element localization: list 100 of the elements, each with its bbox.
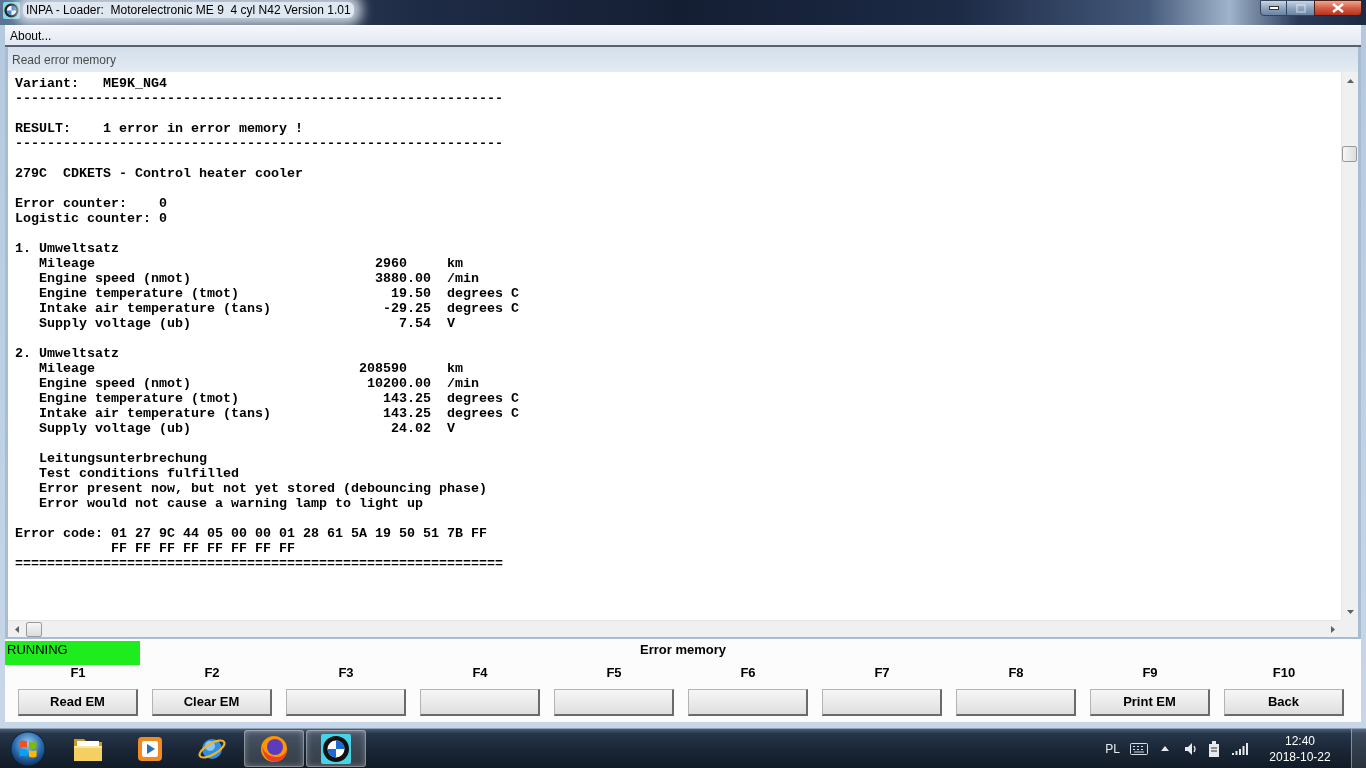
roundel-icon	[3, 2, 20, 19]
counter-value: 0	[159, 196, 167, 211]
clock-button[interactable]: 12:40 2018-10-22	[1262, 732, 1338, 765]
parameter-unit: V	[447, 421, 455, 436]
taskbar-button[interactable]	[306, 730, 366, 767]
function-key-button[interactable]	[554, 689, 674, 716]
field-value: ME9K_NG4	[103, 76, 167, 91]
screen-title: Error memory	[640, 641, 726, 659]
parameter-label: Supply voltage (ub)	[39, 421, 191, 436]
speaker-icon[interactable]	[1184, 741, 1198, 756]
field-label: Error code:	[15, 526, 103, 541]
parameter-label: Engine speed (nmot)	[39, 376, 191, 391]
function-key-button[interactable]	[822, 689, 942, 716]
status-indicator: RUNNING	[5, 641, 140, 665]
function-key-button[interactable]	[956, 689, 1076, 716]
right-arrow-icon	[1330, 625, 1335, 633]
parameter-unit: degrees C	[447, 406, 519, 421]
counter-value: 0	[159, 211, 167, 226]
parameter-value: 3880.00	[375, 271, 431, 286]
detail-text: Error would not cause a warning lamp to light up	[39, 496, 423, 511]
maximize-button[interactable]	[1287, 0, 1314, 16]
section-heading: 2. Umweltsatz	[15, 346, 119, 361]
battery-icon[interactable]	[1208, 740, 1220, 757]
scrollbar-thumb[interactable]	[26, 621, 42, 637]
parameter-label: Engine temperature (tmot)	[39, 286, 239, 301]
function-key-label: F9	[1142, 665, 1158, 681]
function-key-label: F5	[606, 665, 622, 681]
parameter-unit: km	[447, 361, 463, 376]
function-key-label: F7	[874, 665, 890, 681]
function-key-label: F1	[70, 665, 86, 681]
signal-bars-icon[interactable]	[1232, 742, 1248, 755]
detail-text: Error present now, but not yet stored (debouncing phase)	[39, 481, 487, 496]
function-key-label: F6	[740, 665, 756, 681]
parameter-unit: V	[447, 316, 455, 331]
fault-description: CDKETS - Control heater cooler	[63, 166, 303, 181]
function-key-button[interactable]: Print EM	[1090, 689, 1210, 716]
function-key-button[interactable]: Clear EM	[152, 689, 272, 716]
parameter-label: Supply voltage (ub)	[39, 316, 191, 331]
parameter-unit: degrees C	[447, 391, 519, 406]
parameter-unit: degrees C	[447, 286, 519, 301]
window-title: INPA - Loader: Motorelectronic ME 9 4 cyl N42 Version 1.01	[23, 2, 354, 18]
function-key-button[interactable]: Back	[1224, 689, 1344, 716]
minimize-button[interactable]	[1260, 0, 1287, 16]
function-key-label: F3	[338, 665, 354, 681]
parameter-value: 10200.00	[367, 376, 431, 391]
up-arrow-icon	[1346, 78, 1354, 83]
parameter-label: Mileage	[39, 361, 95, 376]
separator-line: -------------------------------------------------------------	[15, 136, 503, 151]
detail-text: Test conditions fulfilled	[39, 466, 239, 481]
fault-code: 279C	[15, 166, 47, 181]
parameter-value: 143.25	[383, 406, 431, 421]
parameter-label: Engine speed (nmot)	[39, 271, 191, 286]
parameter-value: 7.54	[399, 316, 431, 331]
function-key-button[interactable]	[286, 689, 406, 716]
parameter-unit: degrees C	[447, 301, 519, 316]
scrollbar-thumb[interactable]	[1342, 146, 1357, 162]
field-label: RESULT:	[15, 121, 71, 136]
function-key-label: F8	[1008, 665, 1024, 681]
flame-globe-icon	[259, 733, 289, 764]
parameter-value: 143.25	[383, 391, 431, 406]
menu-item[interactable]: About...	[5, 27, 57, 44]
function-key-label: F10	[1272, 665, 1296, 681]
parameter-value: 24.02	[391, 421, 431, 436]
function-key-label: F4	[472, 665, 488, 681]
close-icon	[1332, 3, 1344, 13]
hex-bytes: 01 27 9C 44 05 00 00 01 28 61 5A 19 50 51 7B FF	[111, 526, 487, 541]
separator-line: =============================================================	[15, 556, 503, 571]
function-key-button[interactable]: Read EM	[18, 689, 138, 716]
roundel-icon	[321, 733, 351, 764]
parameter-value: -29.25	[383, 301, 431, 316]
parameter-value: 208590	[359, 361, 407, 376]
counter-label: Error counter:	[15, 196, 127, 211]
flag-orb-icon	[9, 729, 47, 768]
left-arrow-icon	[14, 625, 19, 633]
parameter-unit: km	[447, 256, 463, 271]
horizontal-scrollbar[interactable]	[8, 620, 1341, 637]
down-arrow-icon	[1346, 609, 1354, 614]
vertical-scrollbar[interactable]	[1341, 72, 1358, 620]
field-label: Variant:	[15, 76, 79, 91]
language-indicator[interactable]: PL	[1105, 741, 1120, 756]
field-value: 1 error in error memory !	[103, 121, 303, 136]
parameter-label: Intake air temperature (tans)	[39, 406, 271, 421]
parameter-value: 2960	[375, 256, 407, 271]
parameter-label: Intake air temperature (tans)	[39, 301, 271, 316]
section-heading: 1. Umweltsatz	[15, 241, 119, 256]
parameter-value: 19.50	[391, 286, 431, 301]
up-triangle-icon	[1161, 746, 1169, 751]
play-tile-icon	[137, 735, 163, 762]
keyboard-icon[interactable]	[1130, 742, 1148, 755]
minimize-icon	[1268, 6, 1279, 10]
parameter-label: Mileage	[39, 256, 95, 271]
function-key-button[interactable]	[688, 689, 808, 716]
hex-bytes: FF FF FF FF FF FF FF FF	[111, 541, 295, 556]
function-key-label: F2	[204, 665, 220, 681]
function-key-button[interactable]	[420, 689, 540, 716]
close-button[interactable]	[1314, 0, 1362, 16]
counter-label: Logistic counter:	[15, 211, 151, 226]
show-desktop-button[interactable]	[1351, 729, 1366, 768]
parameter-unit: /min	[447, 376, 479, 391]
detail-text: Leitungsunterbrechung	[39, 451, 207, 466]
